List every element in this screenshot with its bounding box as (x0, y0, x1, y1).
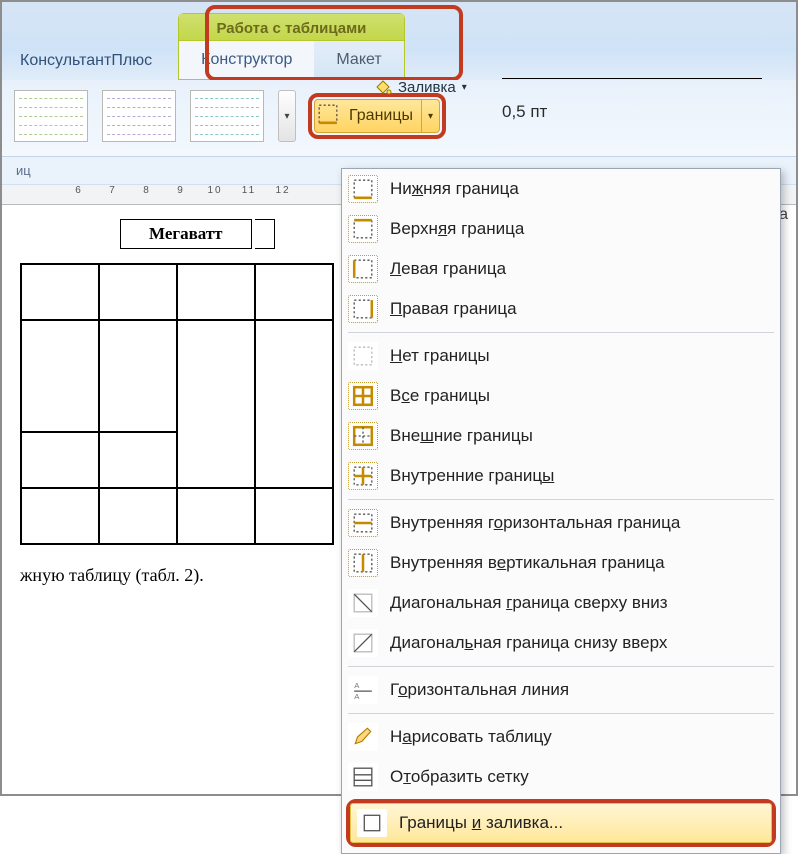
table-header-cell[interactable] (255, 219, 275, 249)
table-header-cell[interactable]: Мегаватт (120, 219, 252, 249)
menu-diag-up[interactable]: Диагональная граница снизу вверх (342, 623, 780, 663)
menu-border-inner[interactable]: Внутренние границы (342, 456, 780, 496)
menu-border-right[interactable]: Правая граница (342, 289, 780, 329)
table-style-thumb[interactable] (102, 90, 176, 142)
border-inner-v-icon (348, 549, 378, 577)
table-style-thumb[interactable] (190, 90, 264, 142)
border-top-icon (348, 215, 378, 243)
menu-separator (348, 332, 774, 333)
ribbon-tabbar: КонсультантПлюс Работа с таблицами Конст… (2, 2, 796, 80)
svg-text:A: A (354, 692, 360, 701)
fill-label: Заливка (398, 79, 456, 96)
menu-border-left[interactable]: Левая граница (342, 249, 780, 289)
border-all-icon (348, 382, 378, 410)
border-weight-label[interactable]: 0,5 пт (502, 102, 547, 122)
menu-border-top[interactable]: Верхняя граница (342, 209, 780, 249)
grid-icon (348, 763, 378, 791)
borders-label: Границы (341, 107, 421, 125)
border-right-icon (348, 295, 378, 323)
menu-h-line[interactable]: AA Горизонтальная линия (342, 670, 780, 710)
border-inner-icon (348, 462, 378, 490)
table-tools-title: Работа с таблицами (179, 14, 404, 40)
menu-separator (348, 499, 774, 500)
menu-draw-table[interactable]: Нарисовать таблицу (342, 717, 780, 757)
menu-separator (348, 713, 774, 714)
border-outer-icon (348, 422, 378, 450)
pencil-icon (348, 723, 378, 751)
hline-icon: AA (348, 676, 378, 704)
menu-borders-and-shading[interactable]: Границы и заливка... (350, 803, 772, 843)
svg-text:A: A (354, 681, 360, 690)
menu-show-grid[interactable]: Отобразить сетку (342, 757, 780, 797)
tab-consultant[interactable]: КонсультантПлюс (2, 40, 170, 80)
chevron-down-icon: ▾ (462, 82, 467, 93)
diag-down-icon (348, 589, 378, 617)
menu-border-outer[interactable]: Внешние границы (342, 416, 780, 456)
borders-dropdown-menu: Нижняя граница Верхняя граница Левая гра… (341, 168, 781, 854)
menu-border-inner-h[interactable]: Внутренняя горизонтальная граница (342, 503, 780, 543)
menu-border-none[interactable]: Нет границы (342, 336, 780, 376)
tab-layout[interactable]: Макет (314, 40, 403, 79)
table-tools-group: Работа с таблицами Конструктор Макет (178, 13, 405, 80)
borders-dropdown-arrow[interactable]: ▾ (421, 100, 439, 132)
table-style-thumb[interactable] (14, 90, 88, 142)
border-left-icon (348, 255, 378, 283)
borders-split-button[interactable]: Границы ▾ (314, 99, 440, 133)
annotation-dialog-highlight: Границы и заливка... (346, 799, 776, 847)
gallery-scroll-button[interactable]: ▾ (278, 90, 296, 142)
bucket-icon (374, 78, 392, 96)
menu-border-all[interactable]: Все границы (342, 376, 780, 416)
border-none-icon (348, 342, 378, 370)
tab-constructor[interactable]: Конструктор (179, 40, 314, 79)
dialog-icon (357, 809, 387, 837)
diag-up-icon (348, 629, 378, 657)
menu-border-inner-v[interactable]: Внутренняя вертикальная граница (342, 543, 780, 583)
menu-border-bottom[interactable]: Нижняя граница (342, 169, 780, 209)
borders-icon (315, 103, 341, 130)
fill-button[interactable]: Заливка ▾ (374, 78, 467, 96)
document-table[interactable] (20, 263, 334, 545)
menu-separator (348, 666, 774, 667)
annotation-borders-highlight: Границы ▾ (308, 93, 446, 139)
menu-diag-down[interactable]: Диагональная граница сверху вниз (342, 583, 780, 623)
border-inner-h-icon (348, 509, 378, 537)
styles-gallery-row: ▾ Границы ▾ Заливка ▾ 0,5 пт (2, 80, 796, 157)
border-bottom-icon (348, 175, 378, 203)
border-weight-preview[interactable] (502, 78, 762, 79)
